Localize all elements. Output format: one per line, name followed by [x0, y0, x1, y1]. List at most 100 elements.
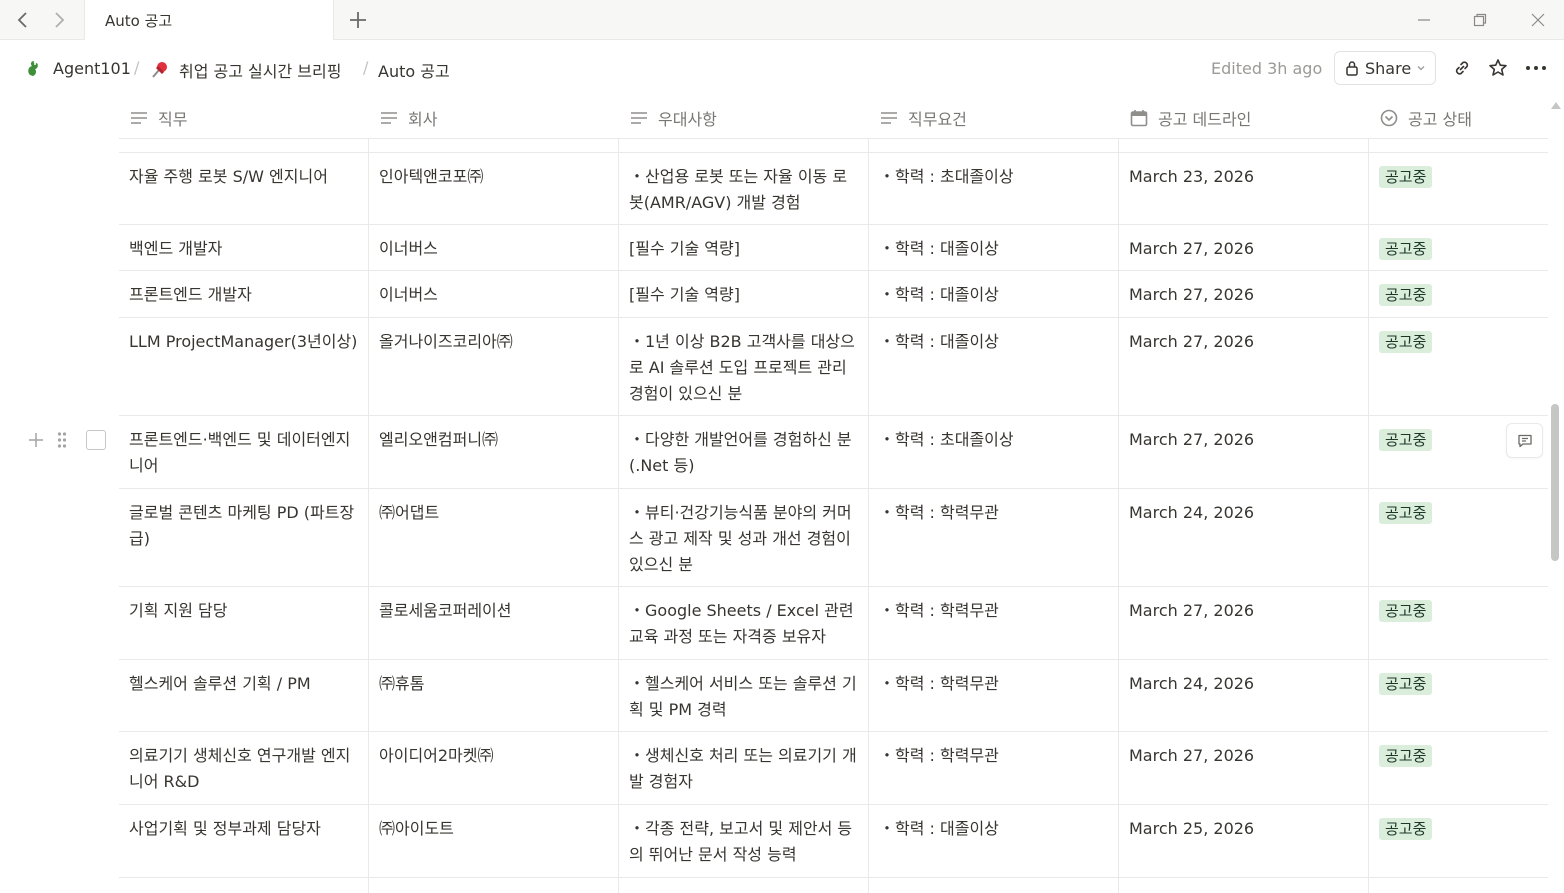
cell-status[interactable]: 공고중 — [1369, 489, 1548, 526]
cell-role[interactable]: 헬스케어 솔루션 기획 / PM — [119, 660, 369, 697]
table-row[interactable]: 백엔드 개발자 이너버스 [필수 기술 역량] ・학력 : 대졸이상 March 27,… — [119, 225, 1548, 271]
more-options-button[interactable] — [1522, 54, 1550, 82]
cell-deadline[interactable]: March 25, 2026 — [1119, 805, 1369, 842]
cell-preferred[interactable]: ・각종 전략, 보고서 및 제안서 등의 뛰어난 문서 작성 능력 — [619, 805, 869, 868]
drag-handle[interactable] — [54, 427, 70, 453]
table-row[interactable]: 프론트엔드 개발자 이너버스 [필수 기술 역량] ・학력 : 대졸이상 March 2… — [119, 271, 1548, 318]
table-row[interactable]: 헬스케어 솔루션 기획 / PM ㈜휴톰 ・헬스케어 서비스 또는 솔루션 기획 및… — [119, 660, 1548, 732]
cell-deadline[interactable]: March 27, 2026 — [1119, 271, 1369, 308]
column-header-role[interactable]: 직무 — [119, 96, 369, 139]
cell-role[interactable]: 프론트엔드·백엔드 및 데이터엔지니어 — [119, 416, 369, 479]
cell-deadline[interactable]: March 27, 2026 — [1119, 318, 1369, 355]
forward-button[interactable] — [45, 6, 73, 34]
cell-preferred[interactable]: ・산업용 로봇 또는 자율 이동 로봇(AMR/AGV) 개발 경험 — [619, 153, 869, 216]
status-badge: 공고중 — [1379, 818, 1433, 840]
cell-deadline[interactable]: March 27, 2026 — [1119, 225, 1369, 262]
cell-role[interactable]: 프론트엔드 개발자 — [119, 271, 369, 308]
table-row[interactable]: 기획 지원 담당 콜로세움코퍼레이션 ・Google Sheets / Excel … — [119, 587, 1548, 660]
cell-preferred[interactable]: ・뷰티·건강기능식품 분야의 커머스 광고 제작 및 성과 개선 경험이 있으신… — [619, 489, 869, 578]
pushpin-icon — [152, 62, 167, 78]
favorite-button[interactable] — [1484, 54, 1512, 82]
table-row[interactable]: LLM ProjectManager(3년이상) 올거나이즈코리아㈜ ・1년 이상 … — [119, 318, 1548, 416]
cell-requirement[interactable]: ・학력 : 대졸이상 — [869, 225, 1119, 262]
breadcrumb-item-briefing[interactable]: 취업 공고 실시간 브리핑 — [150, 58, 341, 82]
new-tab-button[interactable] — [344, 6, 372, 34]
cell-role[interactable]: 기획 지원 담당 — [119, 587, 369, 624]
cell-requirement[interactable]: ・학력 : 대졸이상 — [869, 805, 1119, 842]
cell-role[interactable]: 자율 주행 로봇 S/W 엔지니어 — [119, 153, 369, 190]
table-row[interactable]: 글로벌 콘텐츠 마케팅 PD (파트장급) ㈜어댑트 ・뷰티·건강기능식품 분야의 … — [119, 489, 1548, 587]
table-row[interactable]: 프론트엔드·백엔드 및 데이터엔지니어 엘리오앤컴퍼니㈜ ・다양한 개발언어를 경험… — [119, 416, 1548, 489]
table-row[interactable]: 자율 주행 로봇 S/W 엔지니어 인아텍앤코포㈜ ・산업용 로봇 또는 자율 이동… — [119, 153, 1548, 225]
scroll-up-button[interactable] — [1549, 98, 1563, 112]
cell-preferred[interactable]: ・1년 이상 B2B 고객사를 대상으로 AI 솔루션 도입 프로젝트 관리 경… — [619, 318, 869, 407]
breadcrumb-item-auto[interactable]: Auto 공고 — [378, 58, 450, 82]
cell-status[interactable]: 공고중 — [1369, 587, 1548, 624]
cell-deadline[interactable]: March 27, 2026 — [1119, 732, 1369, 769]
back-button[interactable] — [9, 6, 37, 34]
table-row[interactable]: 의료기기 생체신호 연구개발 엔지니어 R&D 아이디어2마켓㈜ ・생체신호 처리 … — [119, 732, 1548, 805]
cell-deadline-text: March 27, 2026 — [1129, 601, 1255, 620]
cell-status[interactable]: 공고중 — [1369, 660, 1548, 697]
cell-preferred[interactable]: ・다양한 개발언어를 경험하신 분(.Net 등) — [619, 416, 869, 479]
cell-status[interactable]: 공고중 — [1369, 225, 1548, 262]
breadcrumb-item-agent101[interactable]: Agent101 — [24, 58, 131, 78]
minimize-button[interactable] — [1409, 6, 1439, 34]
cell-company[interactable]: ㈜휴톰 — [369, 660, 619, 697]
cell-role[interactable]: 사업기획 및 정부과제 담당자 — [119, 805, 369, 842]
cell-role[interactable]: 백엔드 개발자 — [119, 225, 369, 262]
cell-company[interactable]: 콜로세움코퍼레이션 — [369, 587, 619, 624]
column-header-company[interactable]: 회사 — [369, 96, 619, 139]
share-button[interactable]: Share — [1334, 51, 1436, 85]
column-header-deadline[interactable]: 공고 데드라인 — [1119, 96, 1369, 139]
cell-status[interactable]: 공고중 — [1369, 318, 1548, 355]
scrollbar-thumb[interactable] — [1551, 404, 1559, 561]
cell-deadline-text: March 24, 2026 — [1129, 503, 1255, 522]
cell-role[interactable]: 글로벌 콘텐츠 마케팅 PD (파트장급) — [119, 489, 369, 552]
cell-company[interactable]: 아이디어2마켓㈜ — [369, 732, 619, 769]
title-bar: Auto 공고 — [0, 0, 1564, 41]
cell-status[interactable]: 공고중 — [1369, 732, 1548, 769]
browser-tab[interactable]: Auto 공고 — [84, 0, 334, 41]
restore-button[interactable] — [1465, 6, 1495, 34]
cell-company[interactable]: 올거나이즈코리아㈜ — [369, 318, 619, 355]
copy-link-button[interactable] — [1448, 54, 1476, 82]
cell-company[interactable]: 엘리오앤컴퍼니㈜ — [369, 416, 619, 453]
cell-requirement[interactable]: ・학력 : 대졸이상 — [869, 318, 1119, 355]
cell-company[interactable]: ㈜어댑트 — [369, 489, 619, 526]
cell-requirement[interactable]: ・학력 : 대졸이상 — [869, 271, 1119, 308]
cell-deadline[interactable]: March 23, 2026 — [1119, 153, 1369, 190]
column-header-preferred[interactable]: 우대사항 — [619, 96, 869, 139]
cell-preferred[interactable]: [필수 기술 역량] — [619, 271, 869, 308]
cell-status[interactable]: 공고중 — [1369, 271, 1548, 308]
cell-requirement[interactable]: ・학력 : 학력무관 — [869, 660, 1119, 697]
cell-company[interactable]: ㈜아이도트 — [369, 805, 619, 842]
cell-requirement[interactable]: ・학력 : 학력무관 — [869, 587, 1119, 624]
cell-company[interactable]: 이너버스 — [369, 225, 619, 262]
cell-requirement[interactable]: ・학력 : 학력무관 — [869, 489, 1119, 526]
cell-company[interactable]: 인아텍앤코포㈜ — [369, 153, 619, 190]
cell-requirement[interactable]: ・학력 : 초대졸이상 — [869, 153, 1119, 190]
cell-deadline[interactable]: March 24, 2026 — [1119, 489, 1369, 526]
column-header-status[interactable]: 공고 상태 — [1369, 96, 1548, 139]
cell-preferred[interactable]: ・생체신호 처리 또는 의료기기 개발 경험자 — [619, 732, 869, 795]
cell-preferred[interactable]: ・Google Sheets / Excel 관련 교육 과정 또는 자격증 보… — [619, 587, 869, 650]
close-button[interactable] — [1523, 6, 1553, 34]
cell-role[interactable]: 의료기기 생체신호 연구개발 엔지니어 R&D — [119, 732, 369, 795]
cell-company[interactable]: 이너버스 — [369, 271, 619, 308]
cell-deadline[interactable]: March 24, 2026 — [1119, 660, 1369, 697]
cell-role[interactable]: LLM ProjectManager(3년이상) — [119, 318, 369, 355]
comment-button[interactable] — [1506, 423, 1543, 458]
cell-deadline[interactable]: March 27, 2026 — [1119, 587, 1369, 624]
cell-requirement[interactable]: ・학력 : 초대졸이상 — [869, 416, 1119, 453]
cell-status[interactable]: 공고중 — [1369, 805, 1548, 842]
cell-preferred[interactable]: [필수 기술 역량] — [619, 225, 869, 262]
row-select-checkbox[interactable] — [86, 430, 106, 450]
column-header-requirement[interactable]: 직무요건 — [869, 96, 1119, 139]
table-row[interactable]: 사업기획 및 정부과제 담당자 ㈜아이도트 ・각종 전략, 보고서 및 제안서 등의… — [119, 805, 1548, 878]
cell-status[interactable]: 공고중 — [1369, 153, 1548, 190]
cell-deadline[interactable]: March 27, 2026 — [1119, 416, 1369, 453]
cell-requirement[interactable]: ・학력 : 학력무관 — [869, 732, 1119, 769]
add-row-button[interactable] — [26, 427, 46, 453]
cell-preferred[interactable]: ・헬스케어 서비스 또는 솔루션 기획 및 PM 경력 — [619, 660, 869, 723]
